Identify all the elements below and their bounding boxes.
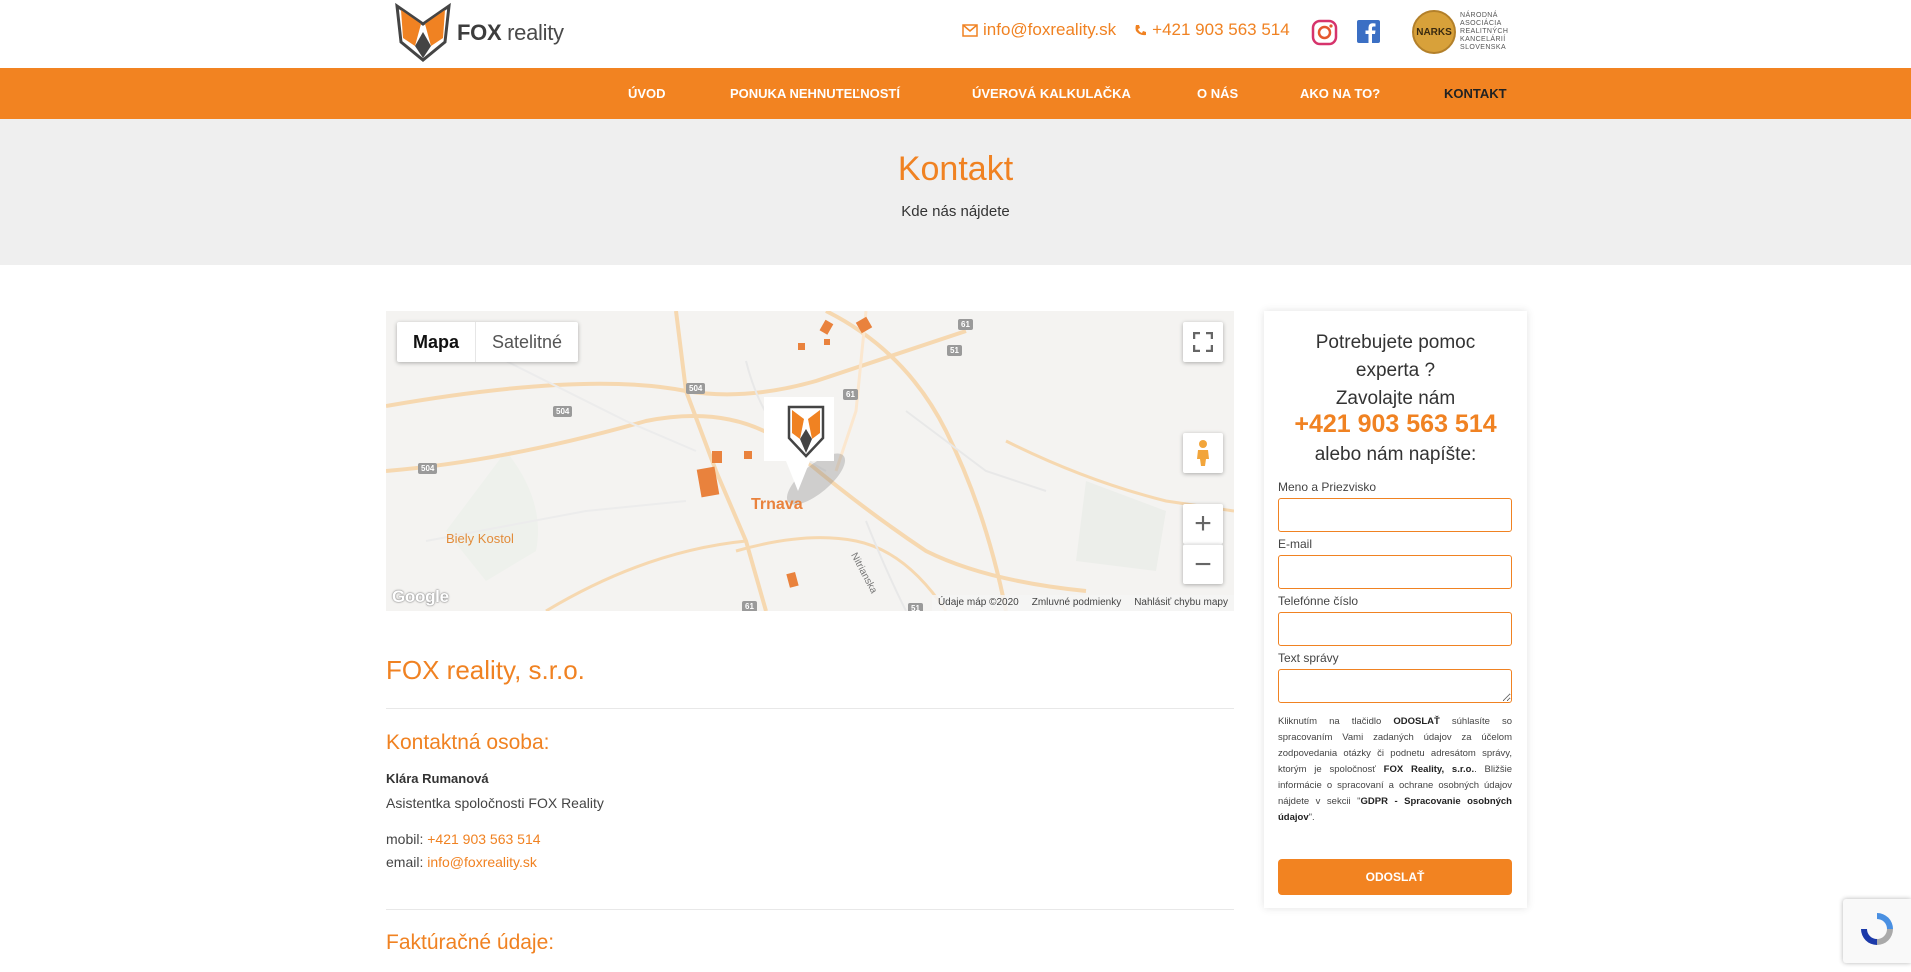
narks-text: NÁRODNÁ ASOCIÁCIA REALITNÝCH KANCELÁRIÍ … [1460,12,1509,51]
main-nav: ÚVOD PONUKA NEHNUTEĽNOSTÍ ÚVEROVÁ KALKUL… [0,68,1911,119]
page-subtitle: Kde nás nájdete [901,203,1010,220]
fullscreen-button[interactable] [1183,322,1223,362]
road-badge: 504 [418,463,438,474]
map-city-label: Trnava [751,496,803,513]
submit-button[interactable]: ODOSLAŤ [1278,859,1512,895]
contact-mobile-link[interactable]: +421 903 563 514 [427,831,540,847]
nav-item-kalkulacka[interactable]: ÚVEROVÁ KALKULAČKA [972,86,1131,101]
map-attribution: Údaje máp ©2020 Zmluvné podmienky Nahlás… [931,595,1234,611]
google-map[interactable]: Trnava Biely Kostol Nitrianska 61 51 504… [386,311,1234,611]
contact-person-role: Asistentka spoločnosti FOX Reality [386,795,604,811]
contact-mobile: mobil: +421 903 563 514 [386,831,541,847]
header-email-text: info@foxreality.sk [983,20,1117,39]
phone-input[interactable] [1278,612,1512,646]
contact-person-title: Kontaktná osoba: [386,731,550,754]
facebook-icon[interactable] [1356,19,1381,51]
road-badge: 61 [843,389,858,400]
form-phone-link[interactable]: +421 903 563 514 [1264,410,1527,439]
map-type-toggle: Mapa Satelitné [397,322,579,362]
site-logo[interactable]: FOX reality [393,2,564,64]
google-logo: Google [392,587,449,606]
email-input[interactable] [1278,555,1512,589]
map-place-label: Biely Kostol [446,531,514,546]
instagram-icon[interactable] [1311,19,1338,51]
narks-badge-icon: NARKS [1412,10,1456,54]
divider [386,909,1234,910]
header-phone-link[interactable]: +421 903 563 514 [1134,20,1290,40]
form-question-2: experta ? [1355,360,1436,381]
message-textarea[interactable] [1278,669,1512,703]
nav-item-o-nas[interactable]: O NÁS [1197,86,1238,101]
company-name: FOX reality, s.r.o. [386,655,585,685]
header-contacts: info@foxreality.sk +421 903 563 514 [962,20,1308,40]
page-title: Kontakt [897,150,1014,188]
gdpr-notice: Kliknutím na tlačidlo ODOSLAŤ súhlasíte … [1278,716,1512,823]
nav-item-kontakt[interactable]: KONTAKT [1444,86,1507,101]
top-header: FOX reality info@foxreality.sk +421 903 … [0,0,1911,68]
nav-item-uvod[interactable]: ÚVOD [628,86,666,101]
field-label-name: Meno a Priezvisko [1278,480,1377,494]
fullscreen-icon [1193,332,1213,352]
field-label-phone: Telefónne číslo [1278,594,1359,608]
road-badge: 61 [742,601,757,611]
contact-form-panel: Potrebujete pomoc experta ? Zavolajte ná… [1264,311,1527,908]
field-label-email: E-mail [1278,537,1313,551]
envelope-icon [962,23,978,37]
social-links [1311,19,1381,51]
narks-membership: NARKS NÁRODNÁ ASOCIÁCIA REALITNÝCH KANCE… [1412,10,1508,54]
road-badge: 61 [958,319,973,330]
contact-person-name: Klára Rumanová [386,771,489,786]
page-hero: Kontakt Kde nás nájdete [0,119,1911,265]
field-label-message: Text správy [1278,651,1339,665]
road-badge: 504 [686,383,706,394]
recaptcha-badge[interactable] [1843,899,1911,963]
recaptcha-icon [1861,913,1893,945]
zoom-in-button[interactable]: + [1183,504,1223,544]
map-type-satellite-button[interactable]: Satelitné [475,322,578,362]
fox-logo-icon [395,2,451,62]
nav-item-ako-na-to[interactable]: AKO NA TO? [1300,86,1380,101]
map-report-link[interactable]: Nahlásiť chybu mapy [1134,595,1228,611]
zoom-out-button[interactable]: − [1183,544,1223,584]
divider [386,708,1234,709]
pegman-icon [1197,440,1209,466]
header-phone-text: +421 903 563 514 [1152,20,1290,39]
header-email-link[interactable]: info@foxreality.sk [962,20,1116,40]
map-terms-link[interactable]: Zmluvné podmienky [1032,595,1121,611]
form-question-3: Zavolajte nám [1335,388,1456,409]
map-type-map-button[interactable]: Mapa [397,322,475,362]
road-badge: 504 [553,406,573,417]
nav-item-ponuka[interactable]: PONUKA NEHNUTEĽNOSTÍ [730,86,900,101]
street-view-pegman[interactable] [1183,433,1223,473]
road-badge: 51 [947,345,962,356]
name-input[interactable] [1278,498,1512,532]
form-question-4: alebo nám napíšte: [1314,444,1477,465]
contact-email: email: info@foxreality.sk [386,854,537,870]
form-question-1: Potrebujete pomoc [1315,332,1476,353]
map-data-credit: Údaje máp ©2020 [937,597,1019,608]
billing-title: Faktúračné údaje: [386,931,555,954]
logo-text: FOX reality [457,20,564,45]
contact-email-link[interactable]: info@foxreality.sk [427,854,537,870]
phone-icon [1135,24,1147,35]
road-badge: 51 [908,603,923,611]
